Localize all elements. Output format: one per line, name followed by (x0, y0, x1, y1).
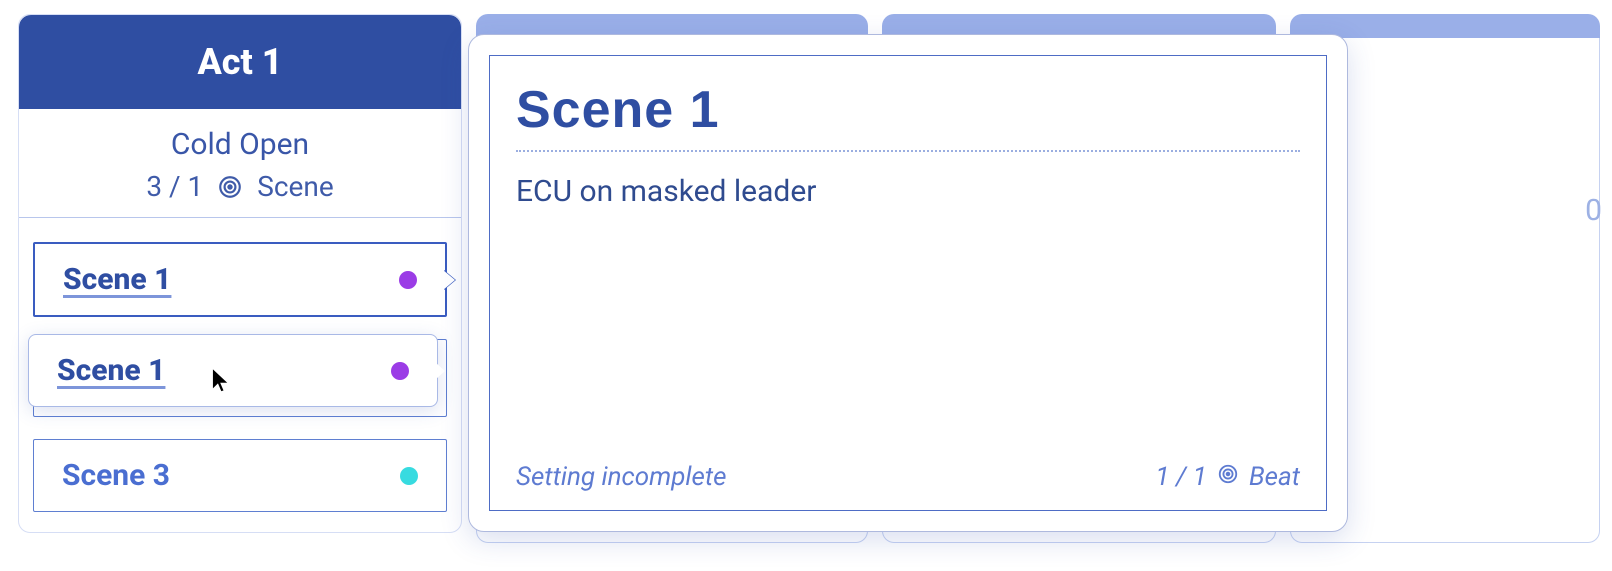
scene-list: Scene 1 Scene 2 Scene 1 Scene 3 (19, 226, 461, 532)
scene-name: Scene 3 (62, 458, 170, 493)
act-header[interactable]: Act 1 (19, 15, 461, 109)
drag-ghost-card[interactable]: Scene 1 (28, 334, 438, 407)
detail-description: ECU on masked leader (490, 152, 1326, 209)
beat-counter: 1 / 1 (1155, 462, 1207, 492)
detail-title: Scene 1 (490, 56, 1326, 150)
cursor-icon (210, 366, 232, 394)
status-dot-icon (391, 362, 409, 380)
status-dot-icon (399, 271, 417, 289)
status-dot-icon (400, 467, 418, 485)
act-title: Act 1 (197, 41, 282, 83)
act-column: Act 1 Cold Open 3 / 1 Scene Scene 1 Scen… (18, 14, 462, 533)
act-subtitle: Cold Open (19, 127, 461, 162)
scene-counter-unit: Scene (257, 170, 333, 203)
detail-status: Setting incomplete (516, 462, 727, 492)
scene-card-2[interactable]: Scene 2 Scene 1 (33, 339, 447, 417)
scene-card-3[interactable]: Scene 3 (33, 439, 447, 512)
beat-label: Beat (1249, 462, 1300, 492)
act-subheader: Cold Open 3 / 1 Scene (19, 109, 461, 226)
popover-inner[interactable]: Scene 1 ECU on masked leader Setting inc… (489, 55, 1327, 511)
scene-name: Scene 1 (63, 262, 171, 297)
target-icon (217, 174, 243, 200)
scene-detail-popover: Scene 1 ECU on masked leader Setting inc… (468, 34, 1348, 532)
scene-name: Scene 1 (57, 353, 165, 388)
next-col-peek: 0 (1585, 193, 1602, 228)
target-icon (1217, 462, 1239, 492)
scene-counter: 3 / 1 (146, 170, 203, 203)
scene-card-1[interactable]: Scene 1 (33, 242, 447, 317)
